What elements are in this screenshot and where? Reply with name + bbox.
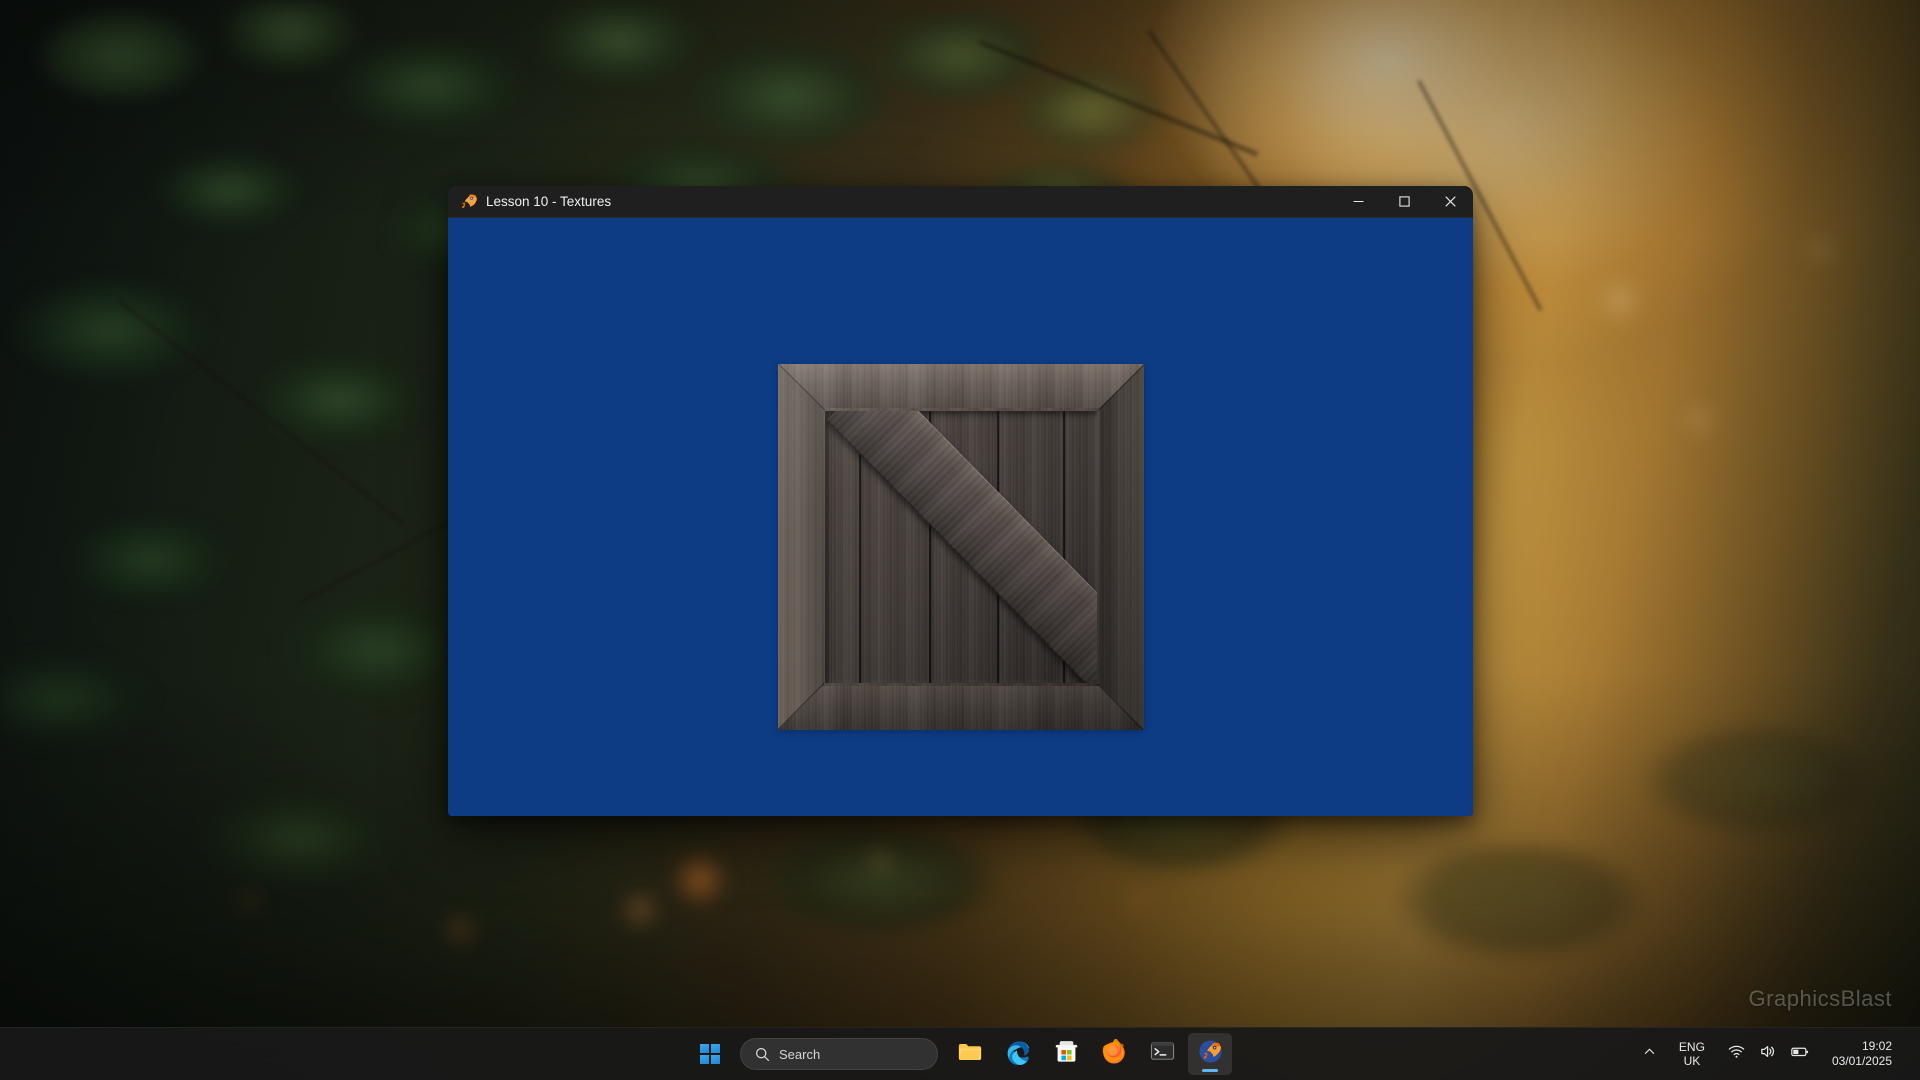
crate-bevel-top — [778, 364, 1144, 408]
window-controls — [1335, 186, 1473, 218]
windows-logo-icon — [699, 1043, 721, 1065]
chevron-up-icon — [1643, 1045, 1656, 1063]
close-button[interactable] — [1427, 186, 1473, 218]
firefox-icon — [1101, 1037, 1127, 1070]
app-window[interactable]: Lesson 10 - Textures — [448, 186, 1473, 816]
clock-date: 03/01/2025 — [1831, 1054, 1892, 1068]
search-placeholder: Search — [779, 1046, 821, 1062]
watermark: GraphicsBlast — [1748, 986, 1892, 1011]
minimize-button[interactable] — [1335, 186, 1381, 218]
crate-texture-quad — [778, 364, 1144, 730]
start-button[interactable] — [688, 1033, 732, 1075]
taskbar-item-edge[interactable] — [996, 1033, 1040, 1075]
tray-network-button[interactable] — [1722, 1034, 1751, 1074]
rocket-icon — [1198, 1039, 1223, 1069]
tray-language-indicator[interactable]: ENG UK — [1664, 1034, 1720, 1074]
language-primary: ENG — [1678, 1039, 1705, 1054]
tray-overflow-button[interactable] — [1637, 1034, 1662, 1074]
window-title: Lesson 10 - Textures — [486, 194, 612, 209]
crate-diagonal-brace — [826, 411, 1097, 683]
search-icon — [755, 1047, 770, 1062]
tray-battery-button[interactable] — [1784, 1034, 1816, 1074]
folder-icon — [957, 1039, 983, 1070]
taskbar-item-file-explorer[interactable] — [948, 1033, 992, 1075]
terminal-icon — [1150, 1039, 1175, 1069]
crate-bevel-right — [1100, 364, 1144, 730]
crate-bevel-left — [778, 364, 822, 730]
store-icon — [1054, 1039, 1079, 1069]
clock-stack: 19:02 03/01/2025 — [1824, 1039, 1902, 1069]
battery-icon — [1790, 1043, 1810, 1065]
window-titlebar[interactable]: Lesson 10 - Textures — [448, 186, 1473, 218]
system-tray: ENG UK 19:02 03/01/2025 — [1637, 1028, 1920, 1080]
language-stack: ENG UK — [1670, 1040, 1714, 1068]
desktop[interactable]: GraphicsBlast Lesson 10 - Textures Searc… — [0, 0, 1920, 1080]
crate-inner-panel — [825, 411, 1097, 683]
render-canvas[interactable] — [448, 218, 1473, 816]
taskbar-item-firefox[interactable] — [1092, 1033, 1136, 1075]
taskbar-center-group: Search — [688, 1028, 1232, 1080]
wifi-icon — [1728, 1043, 1745, 1065]
titlebar-left: Lesson 10 - Textures — [448, 193, 1335, 210]
taskbar-item-terminal[interactable] — [1140, 1033, 1184, 1075]
taskbar-item-lesson-app[interactable] — [1188, 1033, 1232, 1075]
tray-clock[interactable]: 19:02 03/01/2025 — [1818, 1034, 1908, 1074]
taskbar[interactable]: Search ENG UK 19:02 03/01/2025 — [0, 1027, 1920, 1080]
maximize-button[interactable] — [1381, 186, 1427, 218]
rocket-icon — [460, 193, 477, 210]
crate-brace-grain — [826, 411, 1097, 683]
taskbar-item-store[interactable] — [1044, 1033, 1088, 1075]
tray-volume-button[interactable] — [1753, 1034, 1782, 1074]
crate-bevel-bottom — [778, 686, 1144, 730]
volume-icon — [1759, 1043, 1776, 1065]
taskbar-active-indicator — [1202, 1069, 1218, 1072]
search-input[interactable]: Search — [740, 1038, 938, 1070]
clock-time: 19:02 — [1861, 1039, 1892, 1053]
edge-icon — [1005, 1039, 1031, 1070]
language-secondary: UK — [1683, 1054, 1701, 1068]
